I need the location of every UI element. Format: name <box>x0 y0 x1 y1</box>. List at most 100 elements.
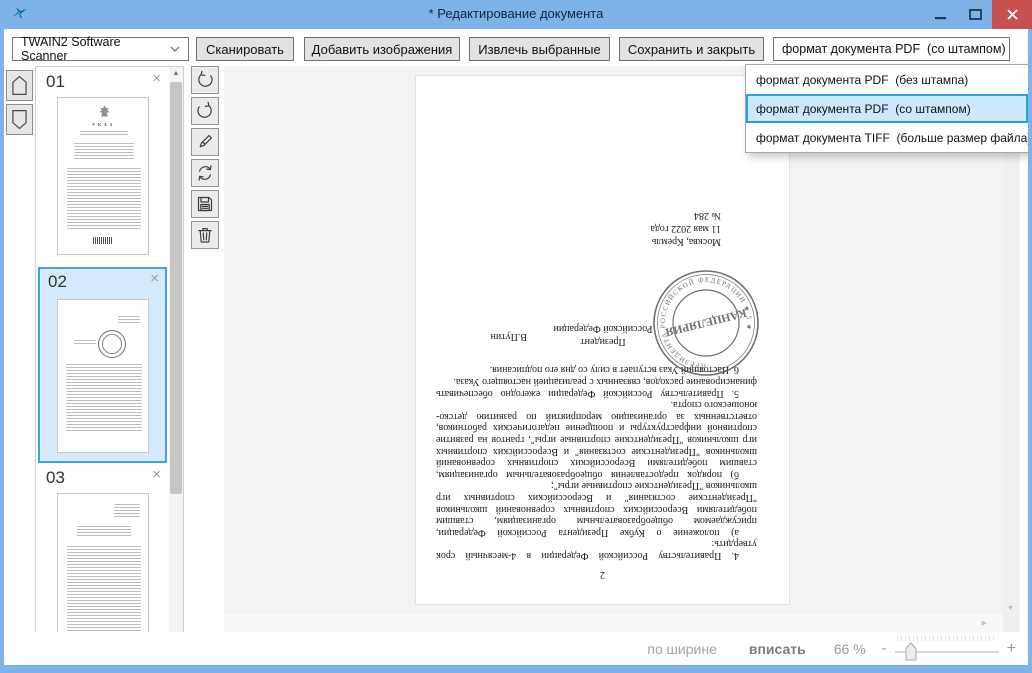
format-option-pdf-no-stamp[interactable]: формат документа PDF (без штампа) <box>746 65 1028 94</box>
scanner-select-label: TWAIN2 Software Scanner <box>21 35 170 63</box>
fit-page-button[interactable]: вписать <box>749 641 806 657</box>
thumbnail-page-preview: У К А З <box>57 97 149 255</box>
page-shape-down-icon <box>12 109 27 130</box>
trash-icon <box>195 225 215 245</box>
document-date: 11 мая 2022 года <box>650 222 721 235</box>
floppy-icon <box>195 194 215 214</box>
document-date-block: Москва, Кремль 11 мая 2022 года № 284 <box>650 209 721 248</box>
chancellery-stamp: ПРЕЗИДЕНТА РОССИЙСКОЙ ФЕДЕРАЦИИ ★ 5 ★ КА… <box>649 266 763 380</box>
scan-button[interactable]: Сканировать <box>196 37 294 61</box>
thumbnail-item-02-selected[interactable]: 02 × <box>38 267 167 463</box>
thumbnail-signature-mark <box>93 237 113 244</box>
format-option-tiff[interactable]: формат документа TIFF (больше размер фай… <box>746 123 1028 152</box>
zoom-slider-thumb[interactable] <box>905 642 917 661</box>
scroll-up-icon[interactable]: ▲ <box>169 67 183 80</box>
close-button[interactable] <box>992 0 1032 29</box>
scan-button-label: Сканировать <box>206 42 284 57</box>
titlebar: * Редактирование документа <box>0 0 1032 29</box>
thumbnail-item-01[interactable]: 01 × У К А З <box>38 69 167 265</box>
extract-selected-button[interactable]: Извлечь выбранные <box>469 37 610 61</box>
rotate-180-button[interactable] <box>191 159 219 187</box>
thumbnail-item-03[interactable]: 03 × <box>38 465 167 655</box>
pencil-icon <box>195 132 215 152</box>
document-paragraph: б) порядок предоставления общеобразовате… <box>436 399 757 480</box>
thumbnail-close-icon[interactable]: × <box>152 70 161 87</box>
document-page-number: 2 <box>416 569 789 580</box>
thumbnail-scrollbar[interactable]: ▲ ▼ <box>169 67 183 654</box>
thumbnail-page-preview <box>57 493 149 649</box>
document-format-select-label: формат документа PDF (со штампом) <box>782 42 1006 56</box>
page-move-down-button[interactable] <box>6 104 33 135</box>
thumbnail-number: 02 <box>48 272 67 292</box>
rotate-left-button[interactable] <box>191 66 219 94</box>
signature-title-line1: Президент <box>549 335 657 348</box>
thumbnail-text-lines <box>74 340 96 344</box>
document-paragraph: а) положение о Кубке Президента Российск… <box>436 480 757 538</box>
rotate-left-icon <box>195 70 215 90</box>
zoom-in-button[interactable]: + <box>1007 640 1016 658</box>
minimize-icon <box>935 10 947 20</box>
document-paragraph: 4. Правительству Российской Федерации в … <box>436 538 757 561</box>
save-and-close-button[interactable]: Сохранить и закрыть <box>619 37 764 61</box>
thumb-doc-title: У К А З <box>58 122 148 127</box>
rotate-180-icon <box>195 163 215 183</box>
thumbnail-close-icon[interactable]: × <box>152 466 161 483</box>
rotate-right-icon <box>195 101 215 121</box>
thumbnail-text-lines <box>80 131 128 137</box>
save-button[interactable] <box>191 190 219 218</box>
add-images-button[interactable]: Добавить изображения <box>304 37 460 61</box>
edit-button[interactable] <box>191 128 219 156</box>
close-icon <box>1007 9 1018 20</box>
thumbnail-text-lines <box>118 316 140 325</box>
thumbnail-page-preview <box>57 299 149 453</box>
minimize-button[interactable] <box>924 0 958 29</box>
thumbnail-number: 03 <box>46 468 65 488</box>
preview-horizontal-scrollbar[interactable]: ▶ <box>224 614 1003 632</box>
coat-of-arms-icon <box>99 105 110 117</box>
thumbnail-close-icon[interactable]: × <box>150 270 159 287</box>
status-bar: по ширине вписать 66 % - + <box>4 632 1028 665</box>
scroll-down-icon[interactable]: ▼ <box>1003 605 1018 612</box>
scanner-select[interactable]: TWAIN2 Software Scanner <box>12 37 189 61</box>
fit-width-button[interactable]: по ширине <box>647 641 716 657</box>
zoom-value: 66 % <box>834 641 866 657</box>
delete-button[interactable] <box>191 221 219 249</box>
document-body-text: 4. Правительству Российской Федерации в … <box>436 364 757 561</box>
thumbnail-text-lines <box>74 143 134 160</box>
thumbnail-panel: 01 × У К А З 02 × <box>35 66 184 655</box>
zoom-slider[interactable] <box>895 634 999 664</box>
app-window: * Редактирование документа TWAIN2 Softwa… <box>0 0 1032 673</box>
maximize-icon <box>969 9 982 20</box>
window-title: * Редактирование документа <box>0 6 1032 21</box>
zoom-out-button[interactable]: - <box>882 640 887 657</box>
zoom-slider-ticks <box>897 636 995 641</box>
signature-title-line2: Российской Федерации <box>549 322 657 335</box>
page-shape-up-icon <box>12 75 27 96</box>
thumbnail-number: 01 <box>46 72 65 92</box>
document-number: № 284 <box>650 209 721 222</box>
window-content: TWAIN2 Software Scanner Сканировать Доба… <box>4 29 1028 665</box>
add-images-button-label: Добавить изображения <box>312 42 453 57</box>
document-format-select[interactable]: формат документа PDF (со штампом) <box>773 37 1010 61</box>
thumbnail-stamp <box>98 330 126 358</box>
thumbnail-text-lines <box>77 526 131 538</box>
thumbnail-text-lines <box>114 504 140 517</box>
signature-title: Президент Российской Федерации <box>549 322 657 348</box>
thumbnail-scrollbar-thumb[interactable] <box>170 82 182 494</box>
document-page-rotated-content: 2 4. Правительству Российской Федерации … <box>416 76 789 604</box>
document-place: Москва, Кремль <box>650 235 721 248</box>
format-option-pdf-with-stamp[interactable]: формат документа PDF (со штампом) <box>746 94 1028 123</box>
signatory-name: В.Путин <box>491 331 527 342</box>
scroll-right-icon[interactable]: ▶ <box>982 619 987 627</box>
extract-selected-button-label: Извлечь выбранные <box>478 42 601 57</box>
scrollbar-corner <box>1003 614 1018 632</box>
thumbnail-text-lines <box>67 546 141 632</box>
rotate-right-button[interactable] <box>191 97 219 125</box>
window-controls <box>924 0 1032 29</box>
thumbnail-text-lines <box>67 168 141 230</box>
save-and-close-button-label: Сохранить и закрыть <box>628 42 755 57</box>
chevron-down-icon <box>170 46 180 52</box>
maximize-button[interactable] <box>958 0 992 29</box>
page-move-up-button[interactable] <box>6 70 33 101</box>
format-dropdown-menu: формат документа PDF (без штампа) формат… <box>745 64 1028 153</box>
